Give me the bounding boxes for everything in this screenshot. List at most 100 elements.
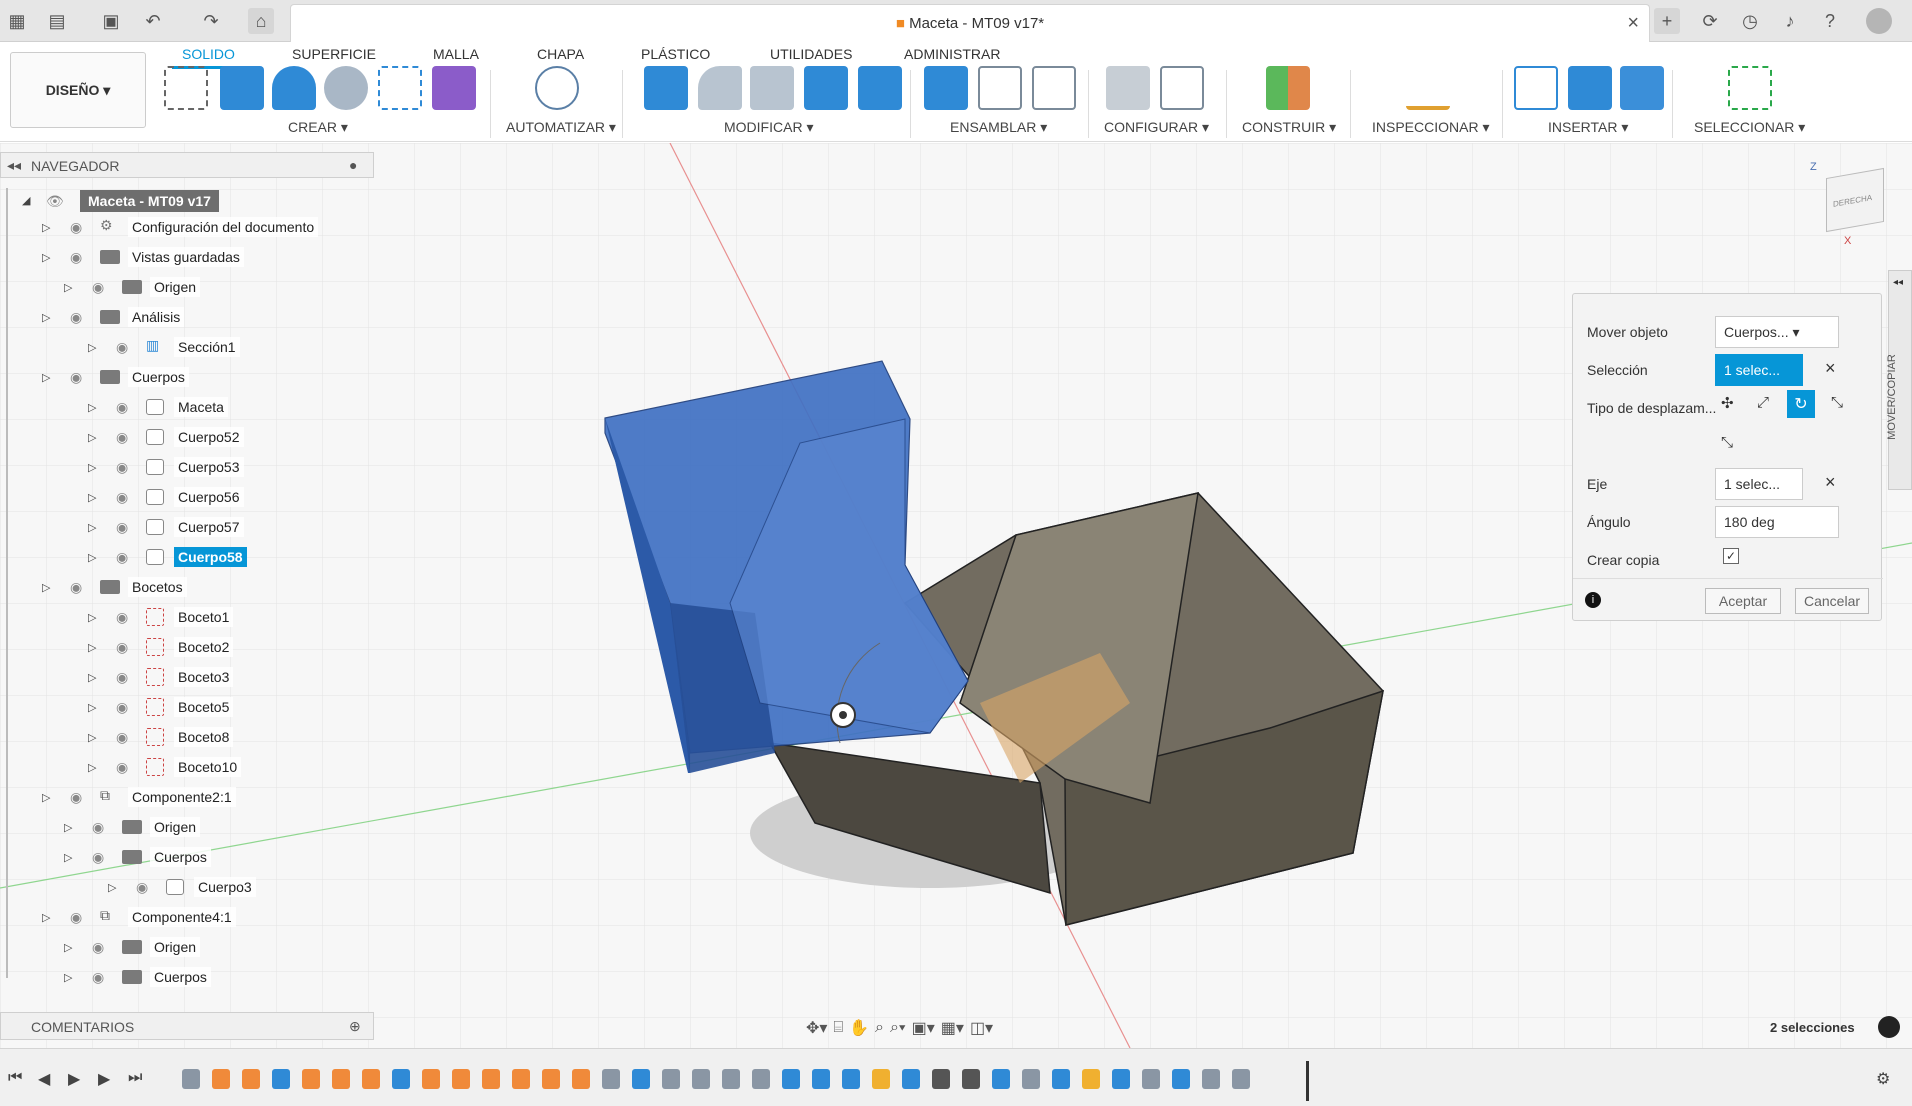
visibility-eye-icon[interactable]: ◉ [116,639,136,655]
mover-objeto-select[interactable]: Cuerpos... ▾ [1715,316,1839,348]
tab-utilidades[interactable]: UTILIDADES [770,46,852,62]
visibility-eye-icon[interactable]: ◉ [116,759,136,775]
user-avatar-icon[interactable] [1866,8,1892,34]
comments-add-icon[interactable]: ⊕ [349,1018,361,1035]
timeline-feature-icon[interactable] [692,1069,710,1089]
angulo-input[interactable]: 180 deg [1715,506,1839,538]
expand-triangle-icon[interactable]: ▷ [88,551,96,564]
zoom-icon[interactable]: ⌕ [875,1019,884,1037]
combine-icon[interactable] [804,66,848,110]
timeline-feature-icon[interactable] [212,1069,230,1089]
timeline-feature-icon[interactable] [362,1069,380,1089]
feedback-icon[interactable] [1878,1016,1900,1038]
visibility-eye-icon[interactable]: ◉ [70,369,90,385]
free-move-icon[interactable]: ✣ [1721,394,1734,412]
orbit-icon[interactable]: ✥▾ [806,1018,827,1038]
close-tab-icon[interactable]: × [1627,12,1639,35]
help-icon[interactable]: ? [1817,8,1843,34]
info-icon[interactable]: i [1585,592,1601,608]
timeline-start-icon[interactable]: ⏮ [8,1069,22,1087]
timeline-prev-icon[interactable]: ◀ [38,1069,50,1089]
crear-copia-checkbox[interactable]: ✓ [1723,548,1739,564]
expand-triangle-icon[interactable]: ▷ [64,851,72,864]
timeline-feature-icon[interactable] [182,1069,200,1089]
timeline-feature-icon[interactable] [962,1069,980,1089]
shell-icon[interactable] [750,66,794,110]
grid-icon[interactable]: ▦ [4,8,30,34]
visibility-eye-icon[interactable]: ◉ [70,579,90,595]
add-tab-icon[interactable]: + [1654,8,1680,34]
timeline-feature-icon[interactable] [452,1069,470,1089]
file-icon[interactable]: ▤ [44,8,70,34]
history-icon[interactable]: ◷ [1737,8,1763,34]
viewports-icon[interactable]: ◫▾ [970,1018,993,1038]
visibility-eye-icon[interactable]: ◉ [92,969,112,985]
visibility-eye-icon[interactable]: ◉ [92,819,112,835]
group-ensamblar[interactable]: ENSAMBLAR ▾ [950,119,1047,136]
expand-triangle-icon[interactable]: ▷ [88,731,96,744]
timeline-feature-icon[interactable] [1052,1069,1070,1089]
timeline-feature-icon[interactable] [872,1069,890,1089]
comments-panel[interactable]: COMENTARIOS ⊕ [0,1012,374,1040]
expand-triangle-icon[interactable]: ▷ [88,611,96,624]
expand-triangle-icon[interactable]: ▷ [64,941,72,954]
timeline-play-icon[interactable]: ▶ [68,1069,80,1089]
group-insertar[interactable]: INSERTAR ▾ [1548,119,1628,136]
timeline-feature-icon[interactable] [392,1069,410,1089]
visibility-eye-icon[interactable]: ◉ [116,729,136,745]
rotate-icon[interactable]: ↻ [1787,390,1815,418]
timeline-settings-icon[interactable]: ⚙ [1876,1069,1890,1089]
insert-mcmaster-icon[interactable] [1568,66,1612,110]
look-at-icon[interactable]: ⌸ [833,1019,843,1037]
visibility-eye-icon[interactable]: ◉ [116,489,136,505]
save-icon[interactable]: ▣ [98,8,124,34]
timeline-feature-icon[interactable] [602,1069,620,1089]
timeline-feature-icon[interactable] [572,1069,590,1089]
group-modificar[interactable]: MODIFICAR ▾ [724,119,813,136]
joint-icon[interactable] [978,66,1022,110]
expand-triangle-icon[interactable]: ▷ [64,971,72,984]
mover-copiar-side-tab[interactable]: ◂◂ MOVER/COPIAR [1886,270,1912,490]
timeline-feature-icon[interactable] [1112,1069,1130,1089]
expand-triangle-icon[interactable]: ▷ [42,911,50,924]
visibility-eye-icon[interactable]: 👁 [46,193,66,209]
visibility-eye-icon[interactable]: ◉ [116,399,136,415]
timeline-feature-icon[interactable] [1172,1069,1190,1089]
tab-malla[interactable]: MALLA [433,46,479,62]
timeline-feature-icon[interactable] [1022,1069,1040,1089]
tab-solido[interactable]: SOLIDO [182,46,235,62]
press-pull-icon[interactable] [644,66,688,110]
clear-selection-icon[interactable]: × [1825,358,1836,379]
grid-settings-icon[interactable]: ▦▾ [941,1018,964,1038]
point-to-point-icon[interactable]: ⤡ [1831,394,1843,411]
point-to-position-icon[interactable]: ⤡ [1721,434,1733,451]
expand-triangle-icon[interactable]: ▷ [88,341,96,354]
navigator-pin-icon[interactable]: ● [349,157,357,173]
timeline-feature-icon[interactable] [662,1069,680,1089]
timeline-feature-icon[interactable] [752,1069,770,1089]
tab-administrar[interactable]: ADMINISTRAR [904,46,1000,62]
timeline-feature-icon[interactable] [842,1069,860,1089]
expand-triangle-icon[interactable]: ▷ [42,581,50,594]
seleccion-button[interactable]: 1 selec... [1715,354,1803,386]
revolve-tool-icon[interactable] [272,66,316,110]
timeline-feature-icon[interactable] [812,1069,830,1089]
visibility-eye-icon[interactable]: ◉ [70,909,90,925]
create-form-icon[interactable] [432,66,476,110]
expand-triangle-icon[interactable]: ▷ [88,521,96,534]
visibility-eye-icon[interactable]: ◉ [70,789,90,805]
display-settings-icon[interactable]: ▣▾ [912,1018,935,1038]
sketch-tool-icon[interactable] [164,66,208,110]
pan-icon[interactable]: ✋ [849,1018,869,1038]
accept-button[interactable]: Aceptar [1705,588,1781,614]
timeline-feature-icon[interactable] [302,1069,320,1089]
workspace-dropdown[interactable]: DISEÑO ▾ [10,52,146,128]
timeline-feature-icon[interactable] [932,1069,950,1089]
expand-triangle-icon[interactable]: ▷ [88,461,96,474]
expand-triangle-icon[interactable]: ▷ [88,431,96,444]
timeline-feature-icon[interactable] [722,1069,740,1089]
expand-triangle-icon[interactable]: ▷ [88,701,96,714]
timeline-feature-icon[interactable] [332,1069,350,1089]
fillet-icon[interactable] [698,66,742,110]
expand-triangle-icon[interactable]: ▷ [42,251,50,264]
